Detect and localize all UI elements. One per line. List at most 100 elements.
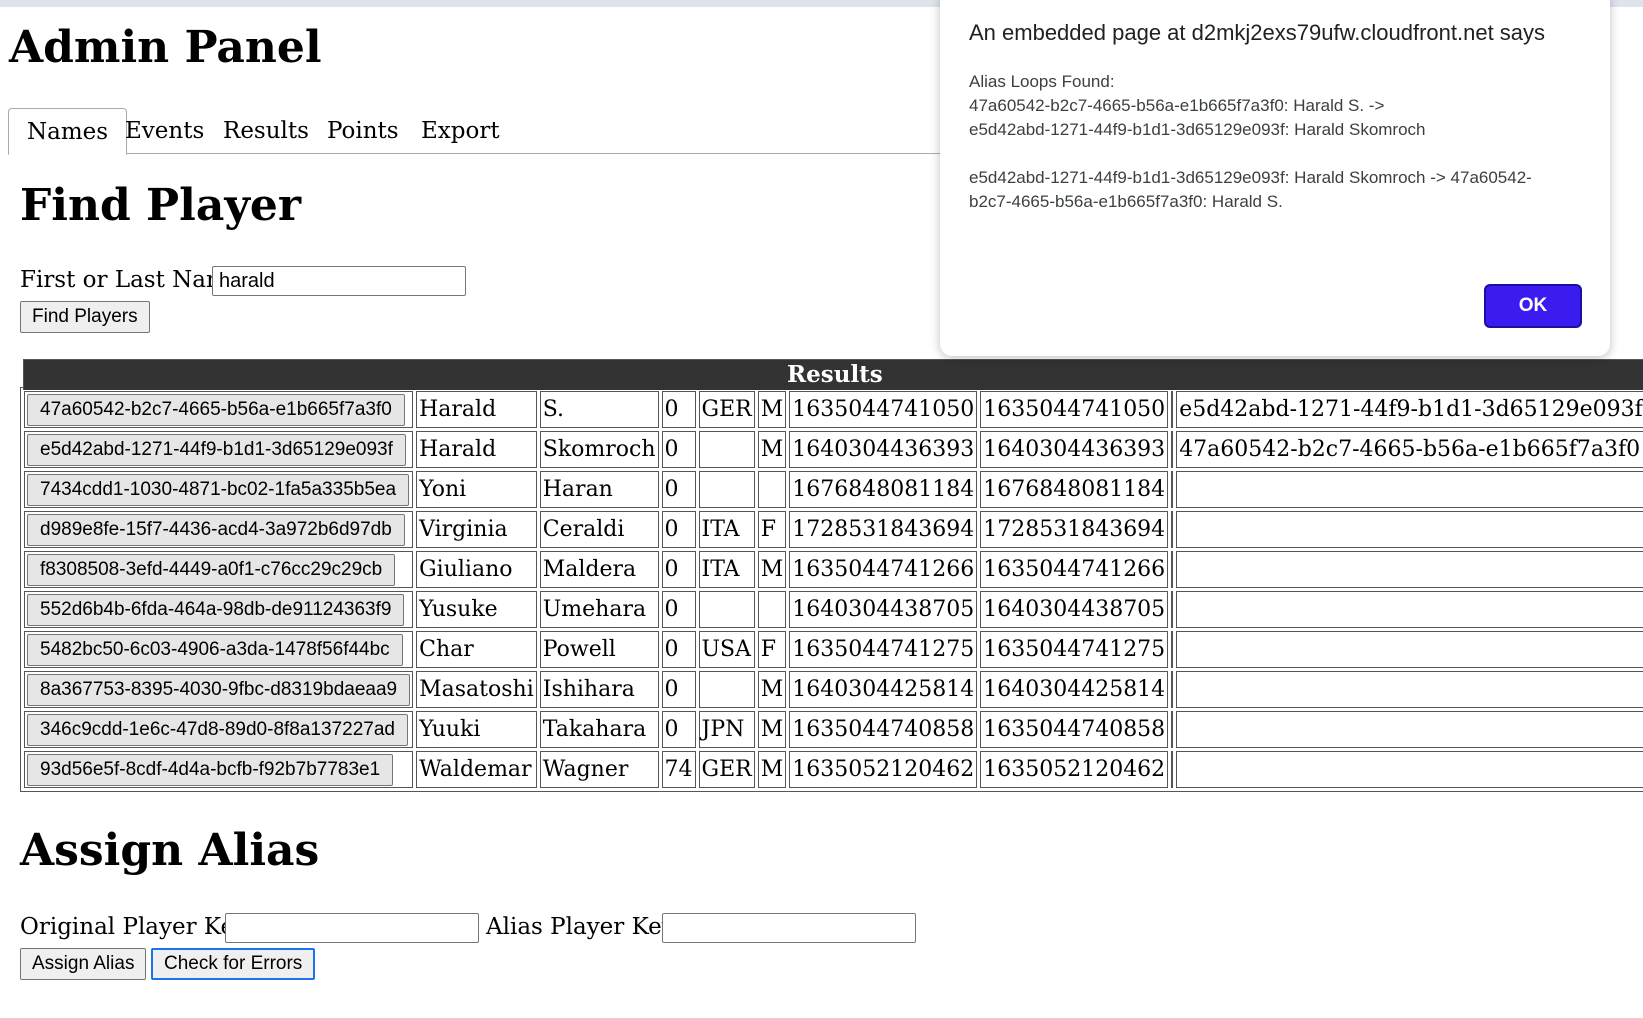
player-key-button[interactable]: 346c9cdd-1e6c-47d8-89d0-8f8a137227ad (27, 713, 408, 746)
points-cell: 0 (661, 671, 696, 708)
updated-cell: 1635044740858 (980, 711, 1169, 748)
first-name-cell: Harald (416, 431, 537, 468)
points-cell: 0 (661, 391, 696, 428)
player-key-button[interactable]: 5482bc50-6c03-4906-a3da-1478f56f44bc (27, 633, 403, 666)
first-name-cell: Harald (416, 391, 537, 428)
gender-cell: M (757, 551, 787, 588)
country-cell (698, 431, 755, 468)
first-name-cell: Waldemar (416, 751, 537, 788)
country-cell (698, 591, 755, 628)
player-key-cell: 346c9cdd-1e6c-47d8-89d0-8f8a137227ad (24, 711, 414, 748)
updated-cell: 1640304438705 (980, 591, 1169, 628)
alias-key-cell (1176, 751, 1643, 788)
country-cell: GER (698, 751, 755, 788)
updated-cell: 1640304436393 (980, 431, 1169, 468)
original-key-input[interactable] (225, 913, 479, 943)
dialog-title: An embedded page at d2mkj2exs79ufw.cloud… (969, 20, 1546, 45)
player-key-button[interactable]: 47a60542-b2c7-4665-b56a-e1b665f7a3f0 (27, 393, 405, 426)
updated-cell: 1635044741050 (980, 391, 1169, 428)
alias-key-cell (1176, 471, 1643, 508)
country-cell: GER (698, 391, 755, 428)
table-row: 47a60542-b2c7-4665-b56a-e1b665f7a3f0 Hara… (24, 391, 1643, 428)
first-name-cell: Yoni (416, 471, 537, 508)
table-row: 93d56e5f-8cdf-4d4a-bcfb-f92b7b7783e1 Wald… (24, 751, 1643, 788)
empty-cell (1171, 431, 1174, 468)
empty-cell (1171, 631, 1174, 668)
points-cell: 0 (661, 631, 696, 668)
player-key-cell: e5d42abd-1271-44f9-b1d1-3d65129e093f (24, 431, 414, 468)
points-cell: 0 (661, 431, 696, 468)
player-key-button[interactable]: d989e8fe-15f7-4436-acd4-3a972b6d97db (27, 513, 405, 546)
points-cell: 74 (661, 751, 696, 788)
country-cell: USA (698, 631, 755, 668)
created-cell: 1635044740858 (789, 711, 978, 748)
last-name-cell: Umehara (539, 591, 659, 628)
player-key-button[interactable]: 7434cdd1-1030-4871-bc02-1fa5a335b5ea (27, 473, 410, 506)
tab-bar: Names Events Results Points Export (8, 108, 942, 155)
last-name-cell: Skomroch (539, 431, 659, 468)
alias-key-cell (1176, 711, 1643, 748)
created-cell: 1635052120462 (789, 751, 978, 788)
name-search-input[interactable] (212, 266, 466, 296)
assign-alias-heading: Assign Alias (20, 825, 320, 876)
player-key-button[interactable]: 93d56e5f-8cdf-4d4a-bcfb-f92b7b7783e1 (27, 753, 394, 786)
last-name-cell: S. (539, 391, 659, 428)
alias-key-input[interactable] (662, 913, 916, 943)
table-row: 5482bc50-6c03-4906-a3da-1478f56f44bc Char… (24, 631, 1643, 668)
gender-cell: M (757, 431, 787, 468)
original-key-label: Original Player Key: (20, 914, 255, 940)
updated-cell: 1635052120462 (980, 751, 1169, 788)
updated-cell: 1640304425814 (980, 671, 1169, 708)
page-title: Admin Panel (9, 22, 322, 73)
created-cell: 1640304425814 (789, 671, 978, 708)
table-row: e5d42abd-1271-44f9-b1d1-3d65129e093f Hara… (24, 431, 1643, 468)
gender-cell: M (757, 671, 787, 708)
find-players-button[interactable]: Find Players (20, 301, 150, 333)
gender-cell (757, 471, 787, 508)
player-key-cell: 93d56e5f-8cdf-4d4a-bcfb-f92b7b7783e1 (24, 751, 414, 788)
last-name-cell: Maldera (539, 551, 659, 588)
first-name-cell: Masatoshi (416, 671, 537, 708)
player-key-cell: 47a60542-b2c7-4665-b56a-e1b665f7a3f0 (24, 391, 414, 428)
check-errors-button[interactable]: Check for Errors (151, 948, 316, 980)
alias-key-cell (1176, 591, 1643, 628)
updated-cell: 1676848081184 (980, 471, 1169, 508)
alert-dialog: An embedded page at d2mkj2exs79ufw.cloud… (940, 0, 1610, 356)
player-key-button[interactable]: 8a367753-8395-4030-9fbc-d8319bdaeaa9 (27, 673, 411, 706)
alias-key-cell (1176, 631, 1643, 668)
updated-cell: 1635044741275 (980, 631, 1169, 668)
dialog-ok-button[interactable]: OK (1484, 284, 1582, 328)
player-key-cell: 552d6b4b-6fda-464a-98db-de91124363f9 (24, 591, 414, 628)
last-name-cell: Ceraldi (539, 511, 659, 548)
player-key-button[interactable]: 552d6b4b-6fda-464a-98db-de91124363f9 (27, 593, 405, 626)
alias-key-cell: e5d42abd-1271-44f9-b1d1-3d65129e093f (1176, 391, 1643, 428)
tab-export[interactable]: Export (403, 108, 518, 152)
gender-cell: M (757, 711, 787, 748)
first-name-cell: Char (416, 631, 537, 668)
country-cell: JPN (698, 711, 755, 748)
created-cell: 1640304438705 (789, 591, 978, 628)
table-row: 8a367753-8395-4030-9fbc-d8319bdaeaa9 Masa… (24, 671, 1643, 708)
alias-key-cell (1176, 551, 1643, 588)
alias-key-cell: 47a60542-b2c7-4665-b56a-e1b665f7a3f0 (1176, 431, 1643, 468)
empty-cell (1171, 671, 1174, 708)
player-key-button[interactable]: e5d42abd-1271-44f9-b1d1-3d65129e093f (27, 433, 406, 466)
last-name-cell: Ishihara (539, 671, 659, 708)
player-key-cell: 8a367753-8395-4030-9fbc-d8319bdaeaa9 (24, 671, 414, 708)
country-cell (698, 671, 755, 708)
table-row: 7434cdd1-1030-4871-bc02-1fa5a335b5ea Yoni… (24, 471, 1643, 508)
player-key-cell: 5482bc50-6c03-4906-a3da-1478f56f44bc (24, 631, 414, 668)
player-key-button[interactable]: f8308508-3efd-4449-a0f1-c76cc29c29cb (27, 553, 396, 586)
gender-cell: M (757, 751, 787, 788)
dialog-message: Alias Loops Found: 47a60542-b2c7-4665-b5… (969, 72, 1532, 211)
created-cell: 1635044741050 (789, 391, 978, 428)
alias-key-cell (1176, 511, 1643, 548)
table-row: 552d6b4b-6fda-464a-98db-de91124363f9 Yusu… (24, 591, 1643, 628)
find-player-heading: Find Player (20, 180, 302, 231)
table-row: f8308508-3efd-4449-a0f1-c76cc29c29cb Giul… (24, 551, 1643, 588)
last-name-cell: Haran (539, 471, 659, 508)
tab-points[interactable]: Points (309, 108, 417, 152)
assign-alias-button[interactable]: Assign Alias (20, 948, 147, 980)
empty-cell (1171, 711, 1174, 748)
player-key-cell: d989e8fe-15f7-4436-acd4-3a972b6d97db (24, 511, 414, 548)
